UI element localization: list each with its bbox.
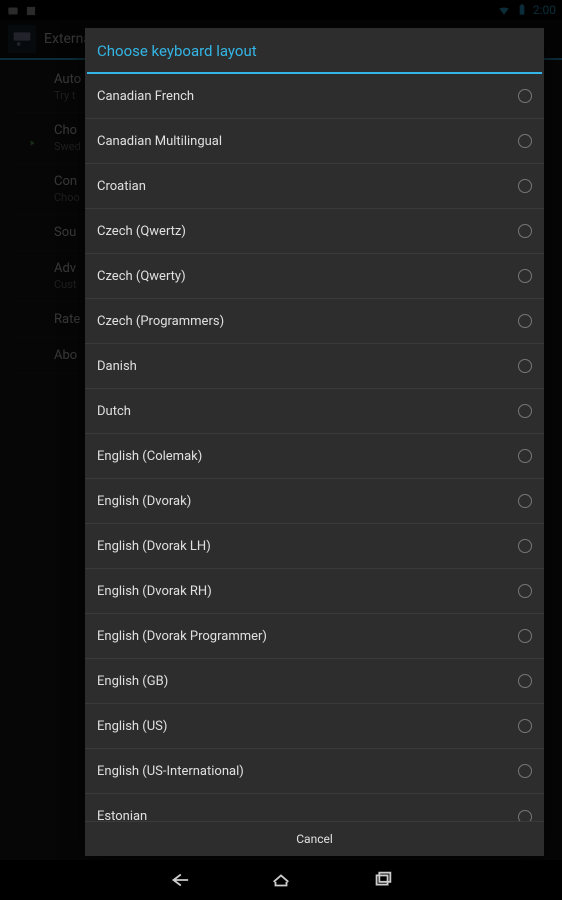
- radio-icon[interactable]: [518, 269, 532, 283]
- layout-option-label: Dutch: [97, 404, 518, 419]
- layout-option-label: Canadian Multilingual: [97, 134, 518, 149]
- layout-option-label: Canadian French: [97, 89, 518, 104]
- layout-option[interactable]: Canadian French: [85, 74, 544, 119]
- layout-option-label: English (GB): [97, 674, 518, 689]
- radio-icon[interactable]: [518, 359, 532, 373]
- layout-option-label: Estonian: [97, 809, 518, 821]
- layout-option-label: Czech (Qwerty): [97, 269, 518, 284]
- layout-option[interactable]: English (Colemak): [85, 434, 544, 479]
- layout-list[interactable]: Canadian French Canadian Multilingual Croa…: [85, 74, 544, 821]
- radio-icon[interactable]: [518, 584, 532, 598]
- radio-icon[interactable]: [518, 629, 532, 643]
- radio-icon[interactable]: [518, 89, 532, 103]
- screen: 2:00 External AutoTry tChoSwedConChooSou…: [0, 0, 562, 900]
- layout-option-label: Danish: [97, 359, 518, 374]
- layout-option[interactable]: English (Dvorak Programmer): [85, 614, 544, 659]
- keyboard-layout-dialog: Choose keyboard layout Canadian FrenchCa…: [85, 28, 544, 856]
- radio-icon[interactable]: [518, 494, 532, 508]
- layout-option-label: English (Dvorak LH): [97, 539, 518, 554]
- radio-icon[interactable]: [518, 404, 532, 418]
- layout-option[interactable]: English (Dvorak RH): [85, 569, 544, 614]
- radio-icon[interactable]: [518, 314, 532, 328]
- layout-option-label: English (US-International): [97, 764, 518, 779]
- layout-option-label: English (Colemak): [97, 449, 518, 464]
- layout-option[interactable]: Danish: [85, 344, 544, 389]
- layout-option[interactable]: Estonian: [85, 794, 544, 821]
- layout-option-label: Czech (Qwertz): [97, 224, 518, 239]
- navigation-bar: [0, 860, 562, 900]
- radio-icon[interactable]: [518, 134, 532, 148]
- radio-icon[interactable]: [518, 539, 532, 553]
- layout-option[interactable]: Czech (Programmers): [85, 299, 544, 344]
- layout-option[interactable]: Czech (Qwertz): [85, 209, 544, 254]
- radio-icon[interactable]: [518, 764, 532, 778]
- layout-option[interactable]: English (US): [85, 704, 544, 749]
- layout-option[interactable]: Dutch: [85, 389, 544, 434]
- radio-icon[interactable]: [518, 719, 532, 733]
- recents-icon[interactable]: [372, 869, 394, 891]
- radio-icon[interactable]: [518, 810, 532, 822]
- radio-icon[interactable]: [518, 224, 532, 238]
- layout-option[interactable]: Croatian: [85, 164, 544, 209]
- radio-icon[interactable]: [518, 674, 532, 688]
- layout-option[interactable]: Canadian Multilingual: [85, 119, 544, 164]
- layout-option-label: Croatian: [97, 179, 518, 194]
- layout-option-label: Czech (Programmers): [97, 314, 518, 329]
- layout-option[interactable]: English (US-International): [85, 749, 544, 794]
- layout-option[interactable]: English (Dvorak): [85, 479, 544, 524]
- layout-option-label: English (Dvorak): [97, 494, 518, 509]
- dialog-title: Choose keyboard layout: [85, 28, 544, 72]
- home-icon[interactable]: [270, 869, 292, 891]
- cancel-button[interactable]: Cancel: [85, 822, 544, 856]
- radio-icon[interactable]: [518, 449, 532, 463]
- layout-option-label: English (Dvorak Programmer): [97, 629, 518, 644]
- layout-option-label: English (Dvorak RH): [97, 584, 518, 599]
- layout-option[interactable]: English (Dvorak LH): [85, 524, 544, 569]
- layout-option[interactable]: Czech (Qwerty): [85, 254, 544, 299]
- back-icon[interactable]: [168, 869, 190, 891]
- radio-icon[interactable]: [518, 179, 532, 193]
- layout-option-label: English (US): [97, 719, 518, 734]
- dialog-footer: Cancel: [85, 821, 544, 856]
- layout-option[interactable]: English (GB): [85, 659, 544, 704]
